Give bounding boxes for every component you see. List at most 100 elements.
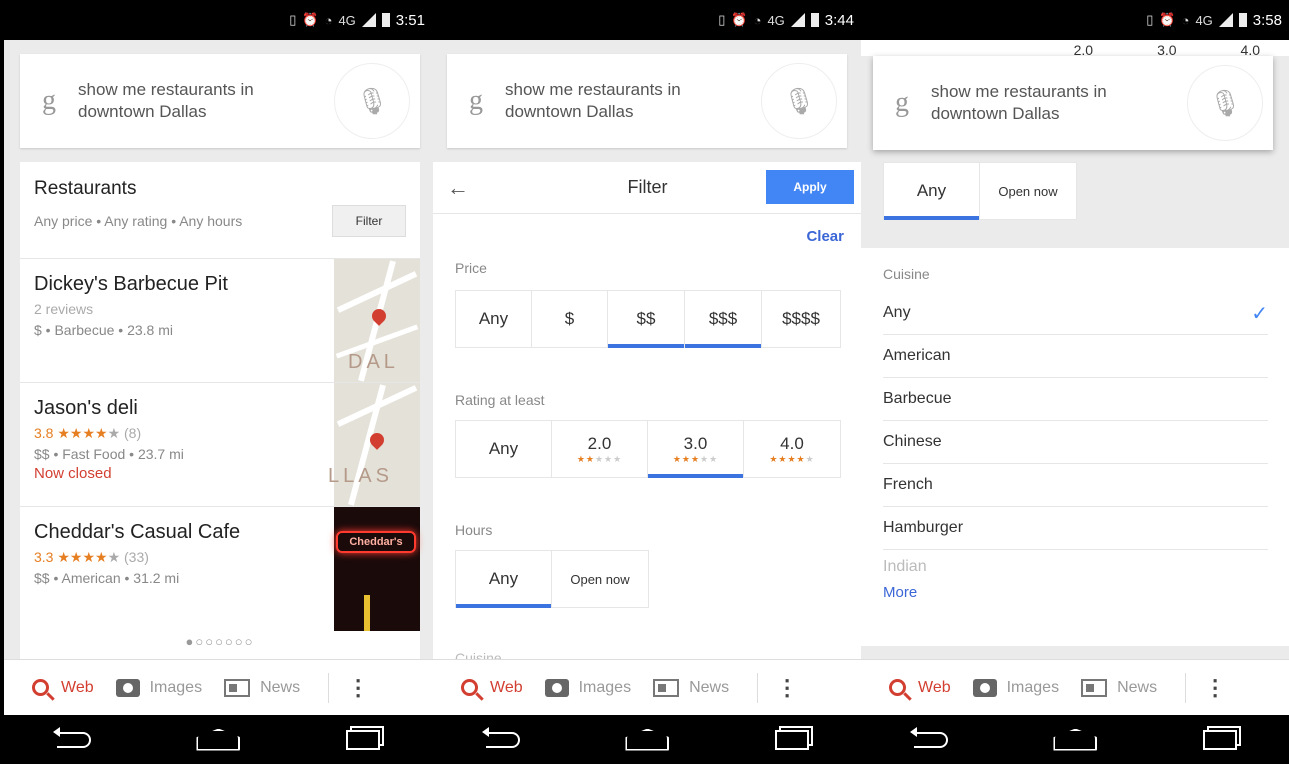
alarm-icon: ⏰: [731, 12, 748, 27]
pager-dots[interactable]: ●○○○○○○: [20, 634, 420, 649]
rating-3[interactable]: 3.0 ★★★★★: [648, 421, 744, 478]
tab-images[interactable]: Images: [544, 678, 631, 697]
cuisine-item[interactable]: Chinese: [883, 421, 1268, 464]
list-item[interactable]: Cheddar's Casual Cafe 3.3 ★★★★★ (33) $$ …: [20, 506, 420, 631]
wifi-icon: ◔: [324, 12, 333, 28]
hours-any[interactable]: Any: [884, 163, 980, 220]
clear-link[interactable]: Clear: [806, 228, 844, 245]
map-thumbnail[interactable]: LLAS: [328, 383, 420, 507]
signal-icon: [361, 13, 376, 27]
clock: 3:58: [1252, 11, 1282, 29]
tab-news[interactable]: News: [653, 678, 729, 697]
hours-open-now[interactable]: Open now: [552, 551, 648, 607]
recents-icon[interactable]: [1203, 729, 1238, 750]
rating-2[interactable]: 2.0 ★★★★★: [552, 421, 648, 477]
battery-icon: [1238, 13, 1247, 27]
alarm-icon: ⏰: [302, 12, 319, 27]
cuisine-item[interactable]: Indian: [883, 550, 1268, 584]
recents-icon[interactable]: [775, 729, 810, 750]
home-icon[interactable]: [625, 728, 670, 751]
hours-selector: Any Open now: [455, 550, 649, 608]
tab-web[interactable]: Web: [889, 679, 951, 697]
back-icon[interactable]: [909, 726, 948, 748]
list-item[interactable]: Dickey's Barbecue Pit 2 reviews $ • Barb…: [20, 258, 420, 383]
price-2[interactable]: $$: [608, 291, 685, 348]
apply-button[interactable]: Apply: [766, 170, 854, 204]
phone-screen-results: ▯ ⏰ ◔ 4G 3:51 g show me restaurants in d…: [4, 0, 433, 764]
cuisine-item[interactable]: French: [883, 464, 1268, 507]
home-icon[interactable]: [1053, 728, 1098, 751]
news-icon: [653, 678, 680, 697]
tab-images[interactable]: Images: [115, 678, 202, 697]
price-label: Price: [455, 260, 487, 276]
hours-any[interactable]: Any: [456, 551, 552, 608]
tab-web[interactable]: Web: [461, 679, 523, 697]
list-item[interactable]: Jason's deli 3.8 ★★★★★ (8) $$ • Fast Foo…: [20, 382, 420, 507]
filter-panel: Filter ← Apply Clear Price Any $ $$ $$$ …: [433, 162, 862, 666]
overflow-menu-icon[interactable]: ⋮: [347, 675, 369, 701]
restaurant-name[interactable]: Jason's deli: [34, 397, 316, 420]
overflow-menu-icon[interactable]: ⋮: [1204, 675, 1226, 701]
search-query[interactable]: show me restaurants in downtown Dallas: [78, 79, 334, 123]
restaurant-name[interactable]: Dickey's Barbecue Pit: [34, 273, 316, 296]
rating: 3.8 ★★★★★ (8): [34, 425, 142, 441]
price-4[interactable]: $$$$: [762, 291, 840, 347]
vibrate-icon: ▯: [1146, 12, 1154, 27]
network-type: 4G: [767, 12, 785, 28]
battery-icon: [810, 13, 819, 27]
search-query[interactable]: show me restaurants in downtown Dallas: [931, 81, 1187, 125]
back-icon[interactable]: [52, 726, 91, 748]
clock: 3:44: [824, 11, 854, 29]
search-query[interactable]: show me restaurants in downtown Dallas: [505, 79, 761, 123]
mic-icon[interactable]: 🎙: [761, 63, 837, 139]
search-box[interactable]: g show me restaurants in downtown Dallas…: [447, 54, 847, 148]
restaurant-meta: $$ • Fast Food • 23.7 mi: [34, 446, 184, 462]
card-title: Restaurants: [34, 178, 137, 199]
bottom-nav: Web Images News ⋮: [861, 659, 1289, 715]
search-box[interactable]: g show me restaurants in downtown Dallas…: [20, 54, 420, 148]
tab-images[interactable]: Images: [972, 678, 1059, 697]
camera-icon: [972, 678, 997, 697]
google-g-icon: g: [895, 87, 909, 118]
back-icon[interactable]: [481, 726, 520, 748]
cuisine-list: Cuisine Any ✓ American Barbecue Chinese F…: [861, 248, 1289, 646]
price-1[interactable]: $: [532, 291, 608, 347]
cuisine-item[interactable]: Any ✓: [883, 292, 1268, 335]
wifi-icon: ◔: [753, 12, 762, 28]
filter-summary: Any price • Any rating • Any hours: [34, 213, 243, 229]
cuisine-item[interactable]: American: [883, 335, 1268, 378]
camera-icon: [115, 678, 140, 697]
tab-news[interactable]: News: [224, 678, 300, 697]
home-icon[interactable]: [196, 728, 241, 751]
overflow-menu-icon[interactable]: ⋮: [776, 675, 798, 701]
more-link[interactable]: More: [861, 584, 1289, 601]
recents-icon[interactable]: [346, 729, 381, 750]
rating: 3.3 ★★★★★ (33): [34, 549, 149, 565]
news-icon: [1081, 678, 1108, 697]
filter-button[interactable]: Filter: [332, 205, 406, 237]
tab-web[interactable]: Web: [32, 679, 94, 697]
wifi-icon: ◔: [1181, 12, 1190, 28]
restaurant-name[interactable]: Cheddar's Casual Cafe: [34, 521, 316, 544]
cuisine-item[interactable]: Hamburger: [883, 507, 1268, 550]
tab-news[interactable]: News: [1081, 678, 1157, 697]
mic-icon[interactable]: 🎙: [334, 63, 410, 139]
restaurant-meta: $$ • American • 31.2 mi: [34, 570, 180, 586]
rating-any[interactable]: Any: [456, 421, 552, 477]
restaurant-meta: $ • Barbecue • 23.8 mi: [34, 322, 173, 338]
hours-open-now[interactable]: Open now: [980, 163, 1076, 219]
mic-icon[interactable]: 🎙: [1187, 65, 1263, 141]
signal-icon: [1218, 13, 1233, 27]
map-pin-icon: [369, 306, 389, 326]
price-3[interactable]: $$$: [685, 291, 762, 348]
phone-screen-cuisine: ▯ ⏰ ◔ 4G 3:58 2.0 3.0 4.0 g show me rest…: [861, 0, 1289, 764]
clock: 3:51: [395, 11, 425, 29]
cuisine-item[interactable]: Barbecue: [883, 378, 1268, 421]
rating-4[interactable]: 4.0 ★★★★★: [744, 421, 840, 477]
search-box[interactable]: g show me restaurants in downtown Dallas…: [873, 56, 1273, 150]
google-g-icon: g: [42, 85, 56, 116]
map-thumbnail[interactable]: DAL: [334, 259, 420, 383]
price-any[interactable]: Any: [456, 291, 532, 347]
status-bar: ▯ ⏰ ◔ 4G 3:58: [861, 0, 1289, 40]
photo-thumbnail[interactable]: Cheddar's: [334, 507, 420, 631]
